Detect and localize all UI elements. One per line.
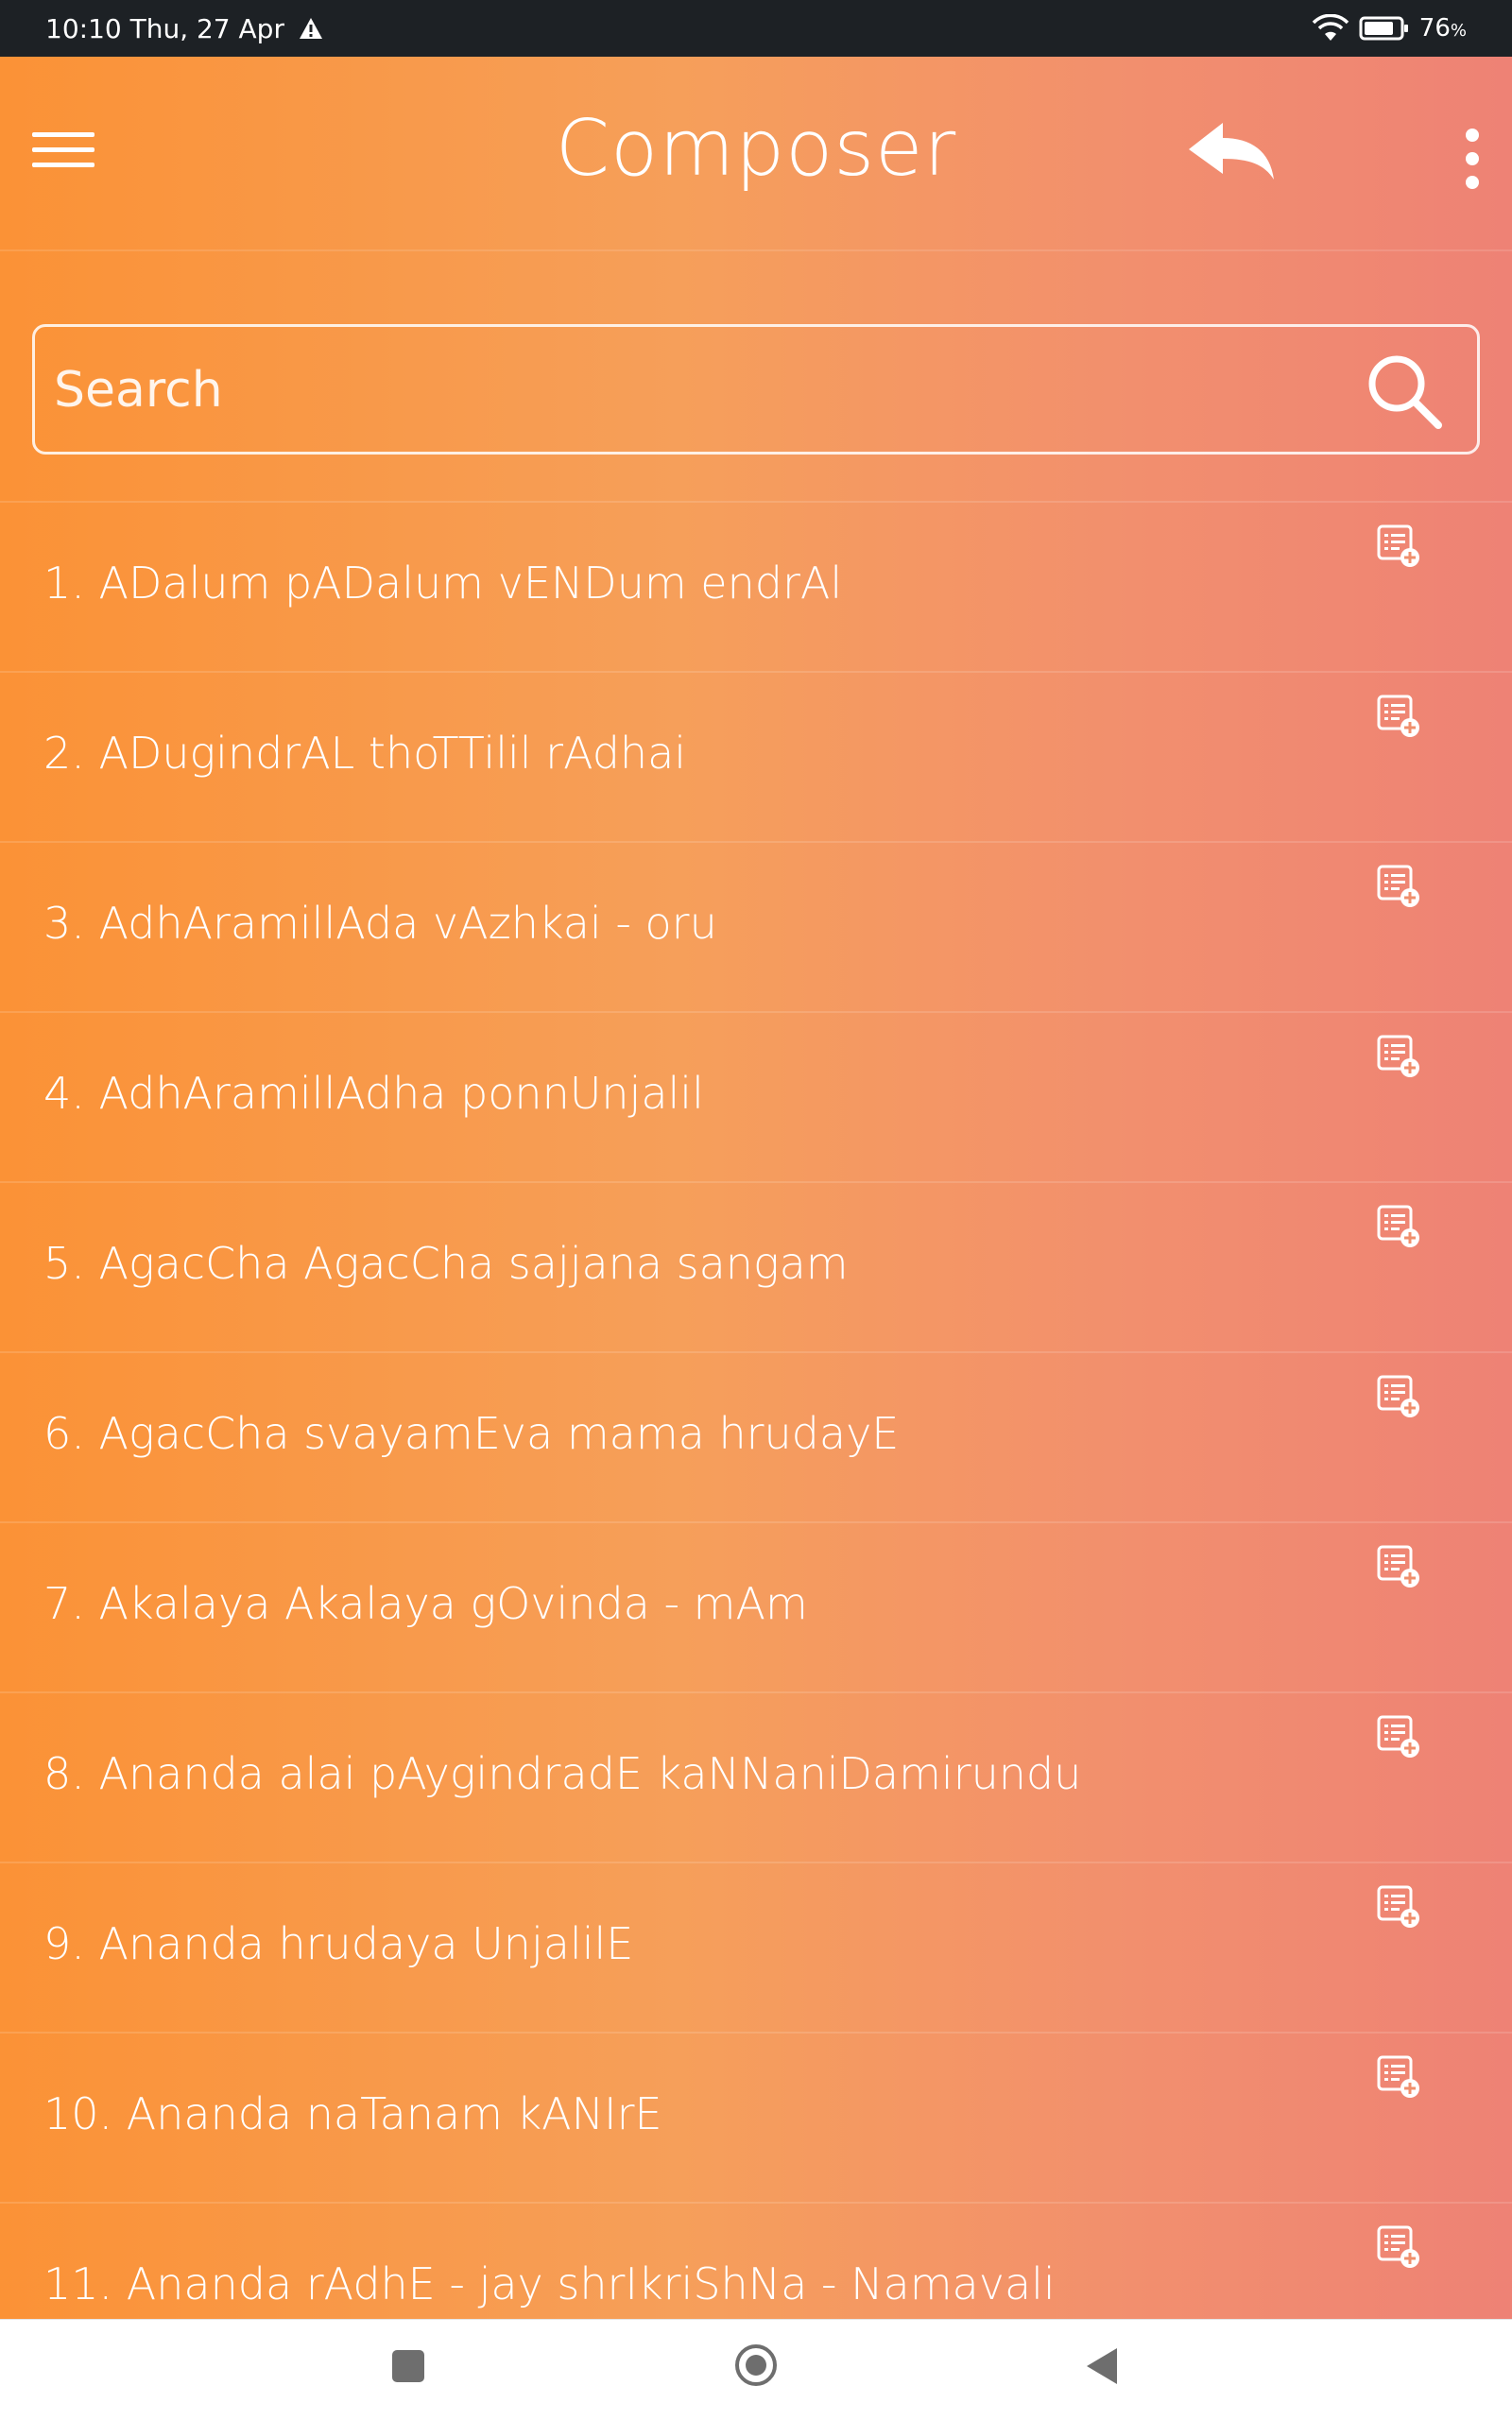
list-item[interactable]: 5. AgacCha AgacCha sajjana sangam [0, 1183, 1512, 1353]
more-vertical-icon[interactable] [1452, 123, 1493, 197]
status-bar: 10:10 Thu, 27 Apr 76% [0, 0, 1512, 57]
list-item[interactable]: 8. Ananda alai pAygindradE kaNNaniDamiru… [0, 1693, 1512, 1863]
list-item[interactable]: 3. AdhAramillAda vAzhkai - oru [0, 843, 1512, 1013]
status-right: 76% [1312, 14, 1467, 43]
add-to-playlist-icon[interactable] [1376, 1204, 1421, 1249]
list-item-label: 5. AgacCha AgacCha sajjana sangam [43, 1238, 849, 1289]
list-item-label: 10. Ananda naTanam kANIrE [43, 2088, 662, 2139]
status-time-date: 10:10 Thu, 27 Apr [45, 12, 284, 44]
add-to-playlist-icon[interactable] [1376, 1374, 1421, 1419]
app-content: Composer 1. ADalum pADalum vENDum endrAl… [0, 57, 1512, 2319]
battery-percent: 76% [1418, 14, 1467, 43]
add-to-playlist-icon[interactable] [1376, 864, 1421, 909]
add-to-playlist-icon[interactable] [1376, 523, 1421, 569]
list-item-label: 4. AdhAramillAdha ponnUnjalil [43, 1068, 704, 1119]
search-icon[interactable] [1363, 350, 1448, 435]
warning-icon [299, 18, 322, 39]
list-item[interactable]: 10. Ananda naTanam kANIrE [0, 2034, 1512, 2204]
add-to-playlist-icon[interactable] [1376, 1034, 1421, 1079]
add-to-playlist-icon[interactable] [1376, 694, 1421, 739]
navigation-bar [0, 2319, 1512, 2420]
search-input[interactable] [54, 346, 1320, 435]
wifi-icon [1312, 14, 1349, 41]
page-title: Composer [555, 104, 957, 194]
list-item[interactable]: 1. ADalum pADalum vENDum endrAl [0, 503, 1512, 673]
add-to-playlist-icon[interactable] [1376, 2054, 1421, 2100]
list-item-label: 3. AdhAramillAda vAzhkai - oru [43, 898, 717, 949]
list-item[interactable]: 7. Akalaya Akalaya gOvinda - mAm [0, 1523, 1512, 1693]
add-to-playlist-icon[interactable] [1376, 1714, 1421, 1759]
add-to-playlist-icon[interactable] [1376, 1884, 1421, 1930]
back-triangle-icon[interactable] [1083, 2344, 1121, 2388]
list-item-label: 1. ADalum pADalum vENDum endrAl [43, 558, 843, 609]
list-item[interactable]: 6. AgacCha svayamEva mama hrudayE [0, 1353, 1512, 1523]
list-item[interactable]: 2. ADugindrAL thoTTilil rAdhai [0, 673, 1512, 843]
toolbar: Composer [0, 57, 1512, 251]
list-item-label: 8. Ananda alai pAygindradE kaNNaniDamiru… [43, 1748, 1082, 1799]
reply-back-icon[interactable] [1185, 119, 1280, 187]
list-item[interactable]: 4. AdhAramillAdha ponnUnjalil [0, 1013, 1512, 1183]
list-item[interactable]: 11. Ananda rAdhE - jay shrIkriShNa - Nam… [0, 2204, 1512, 2319]
composer-list: 1. ADalum pADalum vENDum endrAl 2. ADugin… [0, 501, 1512, 2319]
battery-icon [1359, 16, 1408, 41]
status-left: 10:10 Thu, 27 Apr [45, 13, 324, 44]
list-item-label: 6. AgacCha svayamEva mama hrudayE [43, 1408, 900, 1459]
add-to-playlist-icon[interactable] [1376, 1544, 1421, 1589]
list-item[interactable]: 9. Ananda hrudaya UnjalilE [0, 1863, 1512, 2034]
list-item-label: 2. ADugindrAL thoTTilil rAdhai [43, 728, 687, 779]
add-to-playlist-icon[interactable] [1376, 2224, 1421, 2270]
list-item-label: 9. Ananda hrudaya UnjalilE [43, 1918, 634, 1969]
list-item-label: 11. Ananda rAdhE - jay shrIkriShNa - Nam… [43, 2258, 1056, 2309]
recents-square-icon[interactable] [392, 2350, 424, 2382]
list-item-label: 7. Akalaya Akalaya gOvinda - mAm [43, 1578, 808, 1629]
home-circle-icon[interactable] [733, 2343, 779, 2388]
search-box [32, 324, 1480, 455]
